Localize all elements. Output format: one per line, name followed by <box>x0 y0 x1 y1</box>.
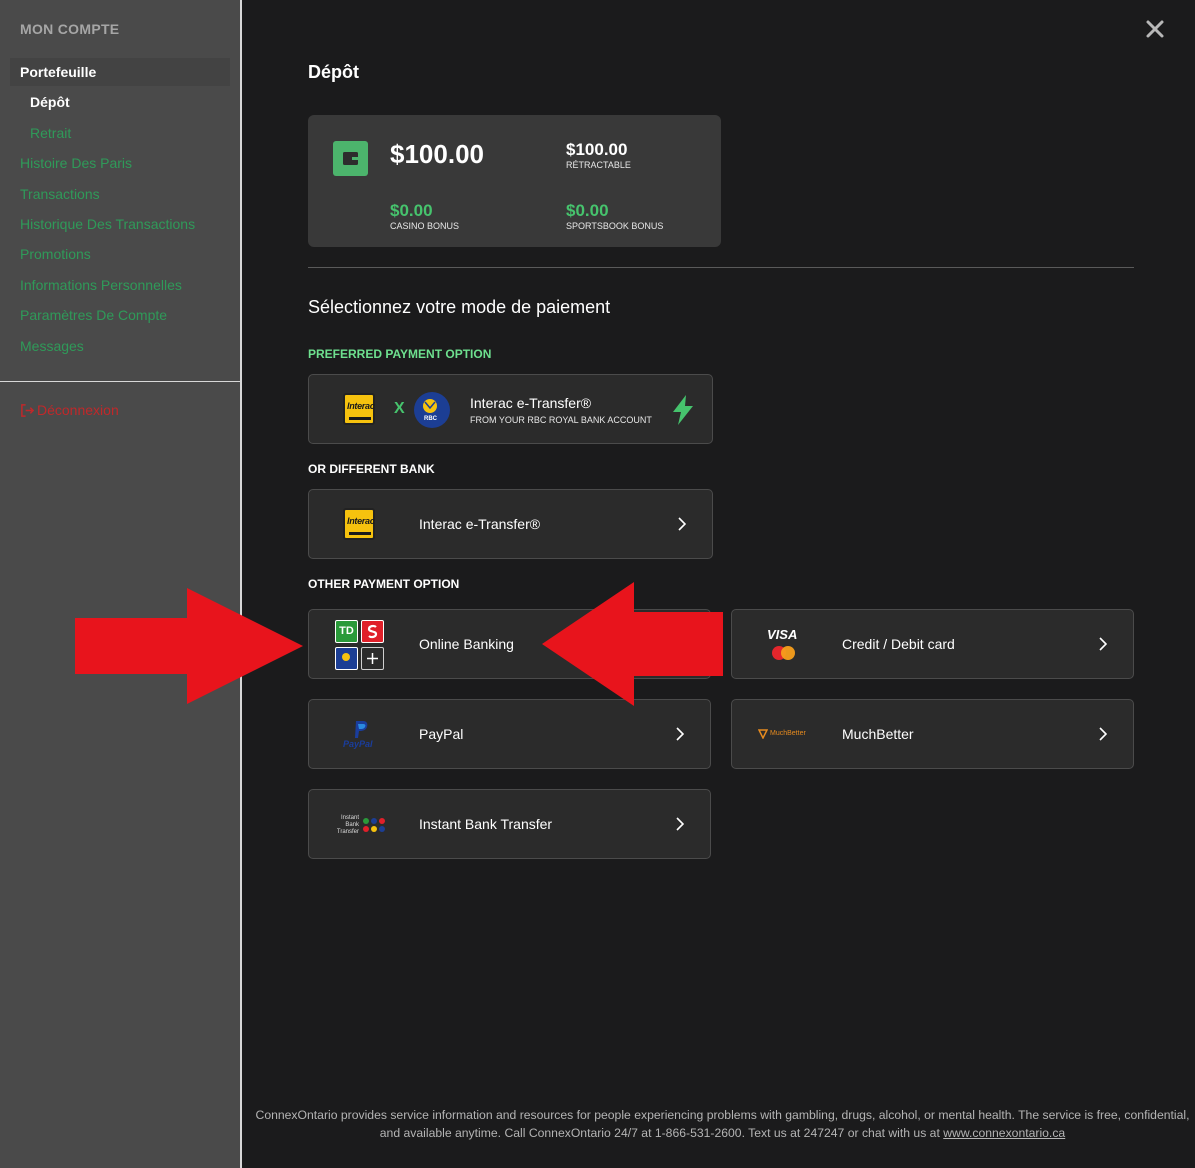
paypal-logo-icon <box>355 721 368 738</box>
visa-logo-icon: VISA <box>767 627 798 642</box>
interac-logo-icon: Interac <box>343 393 375 425</box>
sidebar-item-portefeuille[interactable]: Portefeuille <box>20 64 96 80</box>
interac-transfer-card[interactable]: Interac Interac e-Transfer® <box>308 489 713 559</box>
close-icon[interactable] <box>1144 18 1166 40</box>
logout-link[interactable]: Déconnexion <box>20 402 119 418</box>
interac-card-label: Interac e-Transfer® <box>419 516 541 532</box>
muchbetter-logo-text: MuchBetter <box>770 730 806 737</box>
casino-bonus-label: CASINO BONUS <box>390 221 460 231</box>
sidebar-item-histoire-des-paris[interactable]: Histoire Des Paris <box>20 155 132 171</box>
preferred-interac-rbc-card[interactable]: Interac X RBC Interac e-Transfer® FROM Y… <box>308 374 713 444</box>
section-divider <box>308 267 1134 268</box>
credit-debit-card[interactable]: VISA Credit / Debit card <box>731 609 1134 679</box>
page-title: Dépôt <box>308 62 359 82</box>
sportsbook-bonus-value: $0.00 <box>566 201 609 220</box>
footer-link[interactable]: www.connexontario.ca <box>943 1126 1065 1140</box>
withdrawable-label: RÉTRACTABLE <box>566 160 631 170</box>
sidebar-item-parametres-compte[interactable]: Paramètres De Compte <box>20 307 167 323</box>
footer-disclaimer: ConnexOntario provides service informati… <box>250 1106 1195 1142</box>
sidebar-item-messages[interactable]: Messages <box>20 338 84 354</box>
scotiabank-logo-icon <box>361 620 384 643</box>
logout-icon <box>21 403 35 417</box>
td-logo-icon: TD <box>335 620 358 643</box>
interac-logo-icon: Interac <box>343 508 375 540</box>
sidebar-title: MON COMPTE <box>20 21 120 37</box>
ibt-dots-icon <box>363 818 385 832</box>
rbc-small-logo-icon <box>335 647 358 670</box>
sidebar-item-historique-transactions[interactable]: Historique Des Transactions <box>20 216 195 232</box>
mastercard-icon <box>772 646 795 660</box>
chevron-right-icon <box>676 727 684 741</box>
more-banks-icon <box>361 647 384 670</box>
different-bank-label: OR DIFFERENT BANK <box>308 462 435 476</box>
payment-heading: Sélectionnez votre mode de paiement <box>308 297 611 317</box>
x-separator: X <box>394 400 405 417</box>
preferred-label: PREFERRED PAYMENT OPTION <box>308 347 492 361</box>
annotation-arrow-right-icon <box>75 588 303 704</box>
instant-bank-transfer-label: Instant Bank Transfer <box>419 816 553 832</box>
credit-debit-label: Credit / Debit card <box>842 636 955 652</box>
wallet-icon <box>333 141 368 176</box>
total-balance: $100.00 <box>390 139 484 169</box>
chevron-right-icon <box>678 517 686 531</box>
paypal-card[interactable]: PayPal PayPal <box>308 699 711 769</box>
annotation-arrow-left-icon <box>542 582 723 706</box>
rbc-logo-icon: RBC <box>414 392 450 428</box>
muchbetter-card[interactable]: MuchBetter MuchBetter <box>731 699 1134 769</box>
withdrawable-value: $100.00 <box>566 140 628 159</box>
sidebar-item-retrait[interactable]: Retrait <box>30 125 71 141</box>
lightning-icon <box>673 395 693 425</box>
preferred-subtitle: FROM YOUR RBC ROYAL BANK ACCOUNT <box>470 415 652 425</box>
casino-bonus-value: $0.00 <box>390 201 433 220</box>
sidebar-item-transactions[interactable]: Transactions <box>20 186 100 202</box>
chevron-right-icon <box>1099 637 1107 651</box>
instant-bank-transfer-card[interactable]: Instant Bank Transfer Instant Bank Trans… <box>308 789 711 859</box>
paypal-label: PayPal <box>419 726 464 742</box>
muchbetter-label: MuchBetter <box>842 726 914 742</box>
sidebar-item-depot[interactable]: Dépôt <box>30 94 70 110</box>
account-sidebar: MON COMPTE Portefeuille Dépôt Retrait Hi… <box>0 0 242 1168</box>
chevron-right-icon <box>676 817 684 831</box>
preferred-title: Interac e-Transfer® <box>470 395 592 411</box>
online-banking-label: Online Banking <box>419 636 514 652</box>
sidebar-item-promotions[interactable]: Promotions <box>20 246 91 262</box>
sidebar-divider <box>0 381 240 382</box>
logout-label: Déconnexion <box>37 402 119 418</box>
chevron-right-icon <box>1099 727 1107 741</box>
paypal-logo-text: PayPal <box>343 739 373 749</box>
sportsbook-bonus-label: SPORTSBOOK BONUS <box>566 221 664 231</box>
sidebar-item-informations-personnelles[interactable]: Informations Personnelles <box>20 277 182 293</box>
other-option-label: OTHER PAYMENT OPTION <box>308 577 460 591</box>
ibt-logo-icon: Instant Bank Transfer <box>336 815 359 835</box>
muchbetter-logo-icon <box>758 729 768 739</box>
balance-card: $100.00 $100.00 RÉTRACTABLE $0.00 CASINO… <box>308 115 721 247</box>
